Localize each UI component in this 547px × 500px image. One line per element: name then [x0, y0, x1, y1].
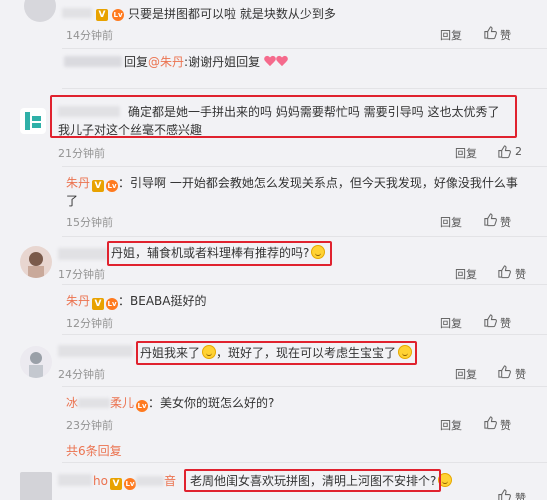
comment-text: 美女你的斑怎么好的?: [160, 396, 275, 410]
reply-button[interactable]: 回复: [455, 266, 477, 282]
reply-button[interactable]: 回复: [440, 27, 462, 43]
reply-button[interactable]: 回复: [455, 366, 477, 382]
heart-icon: [264, 56, 276, 67]
level-icon: Lv: [112, 9, 124, 21]
avatar[interactable]: [24, 0, 56, 22]
verified-icon: V: [92, 298, 105, 310]
divider: [62, 386, 547, 387]
comment-4: 朱丹 V Lv：引导啊 一开始都会教她怎么发现关系点，但今天我发现，好像没我什么事了…: [0, 170, 547, 240]
thumbs-up-icon[interactable]: [497, 364, 512, 379]
comment-2: 回复@朱丹:谢谢丹姐回复: [0, 48, 547, 88]
user-photo-icon: [29, 352, 43, 378]
divider: [62, 462, 547, 463]
comment-time: 24分钟前: [58, 368, 105, 381]
mention-link[interactable]: @朱丹: [148, 55, 184, 69]
username-link-end[interactable]: 柔儿: [110, 396, 134, 410]
highlight-box: [107, 241, 332, 266]
like-label[interactable]: 赞: [515, 366, 526, 382]
comment-line: 回复@朱丹:谢谢丹姐回复: [124, 53, 288, 71]
comment-line: 冰柔儿 Lv：美女你的斑怎么好的?: [66, 396, 275, 412]
comment-text: 只要是拼图都可以啦 就是块数从少到多: [128, 7, 336, 21]
divider: [62, 334, 547, 335]
username-blurred: [135, 476, 164, 486]
thumbs-up-icon[interactable]: [497, 264, 512, 279]
verified-icon: V: [96, 9, 108, 21]
username-blurred: [58, 248, 108, 260]
comment-time: 15分钟前: [66, 216, 113, 229]
level-icon: Lv: [123, 478, 136, 490]
more-replies-link[interactable]: 共6条回复: [66, 442, 122, 460]
like-label[interactable]: 赞: [500, 214, 511, 230]
reply-button[interactable]: 回复: [440, 214, 462, 230]
username-blurred: [58, 474, 92, 486]
thumbs-up-icon[interactable]: [483, 415, 498, 430]
logo-icon: [25, 112, 41, 130]
comment-time: 23分钟前: [66, 419, 113, 432]
thumbs-up-icon[interactable]: [497, 144, 512, 159]
comment-line: ho V Lv 音: [93, 472, 176, 490]
comment-time: 17分钟前: [58, 268, 105, 281]
user-photo-icon: [28, 252, 44, 278]
avatar[interactable]: [20, 108, 46, 134]
username-link[interactable]: 朱丹: [66, 176, 90, 190]
divider: [62, 236, 547, 237]
verified-icon: V: [92, 180, 105, 192]
like-label[interactable]: 赞: [500, 27, 511, 43]
username-blurred: [62, 8, 92, 18]
level-icon: Lv: [136, 400, 149, 412]
comment-text: 引导啊 一开始都会教她怎么发现关系点，但今天我发现，好像没我什么事了: [66, 176, 518, 208]
level-icon: Lv: [106, 298, 119, 310]
highlight-box: [184, 469, 441, 492]
username-link[interactable]: 冰: [66, 396, 78, 410]
reply-button[interactable]: 回复: [440, 417, 462, 433]
verified-icon: V: [109, 478, 122, 490]
comment-line: 朱丹 V Lv：BEABA挺好的: [66, 294, 207, 310]
username-link[interactable]: 朱丹: [66, 294, 90, 308]
like-label[interactable]: 赞: [500, 417, 511, 433]
comment-8: 冰柔儿 Lv：美女你的斑怎么好的? 23分钟前 回复 赞: [0, 390, 547, 436]
comment-6: 朱丹 V Lv：BEABA挺好的 12分钟前 回复 赞: [0, 288, 547, 332]
thumbs-up-icon[interactable]: [483, 313, 498, 328]
highlight-box: [136, 341, 417, 365]
comment-text: :谢谢丹姐回复: [184, 55, 261, 69]
avatar[interactable]: [20, 246, 52, 278]
comment-1: V Lv 只要是拼图都可以啦 就是块数从少到多 14分钟前 回复 赞: [0, 0, 547, 48]
divider: [62, 284, 547, 285]
like-count[interactable]: 2: [515, 145, 522, 158]
thumbs-up-icon[interactable]: [483, 212, 498, 227]
comment-time: 12分钟前: [66, 317, 113, 330]
reply-prefix: 回复: [124, 55, 149, 69]
avatar[interactable]: [20, 346, 52, 378]
like-label[interactable]: 赞: [515, 266, 526, 282]
like-label[interactable]: 赞: [515, 490, 526, 500]
like-label[interactable]: 赞: [500, 315, 511, 331]
username-blurred: [78, 398, 111, 408]
username-link[interactable]: ho: [93, 474, 108, 488]
avatar[interactable]: [20, 472, 52, 500]
reply-button[interactable]: 回复: [455, 145, 477, 161]
thumbs-up-icon[interactable]: [497, 488, 512, 500]
divider: [62, 88, 547, 89]
heart-icon: [276, 56, 288, 67]
comment-time: 14分钟前: [66, 29, 113, 42]
comment-time: 21分钟前: [58, 147, 105, 160]
comment-text: BEABA挺好的: [130, 294, 207, 308]
username-link-end[interactable]: 音: [164, 474, 176, 488]
level-icon: Lv: [106, 180, 119, 192]
username-blurred: [58, 345, 133, 357]
comment-line: 朱丹 V Lv：引导啊 一开始都会教她怎么发现关系点，但今天我发现，好像没我什么事了: [66, 176, 518, 208]
thumbs-up-icon[interactable]: [483, 25, 498, 40]
reply-button[interactable]: 回复: [440, 315, 462, 331]
highlight-box: [50, 95, 517, 138]
username-blurred: [64, 56, 122, 67]
divider: [62, 166, 547, 167]
